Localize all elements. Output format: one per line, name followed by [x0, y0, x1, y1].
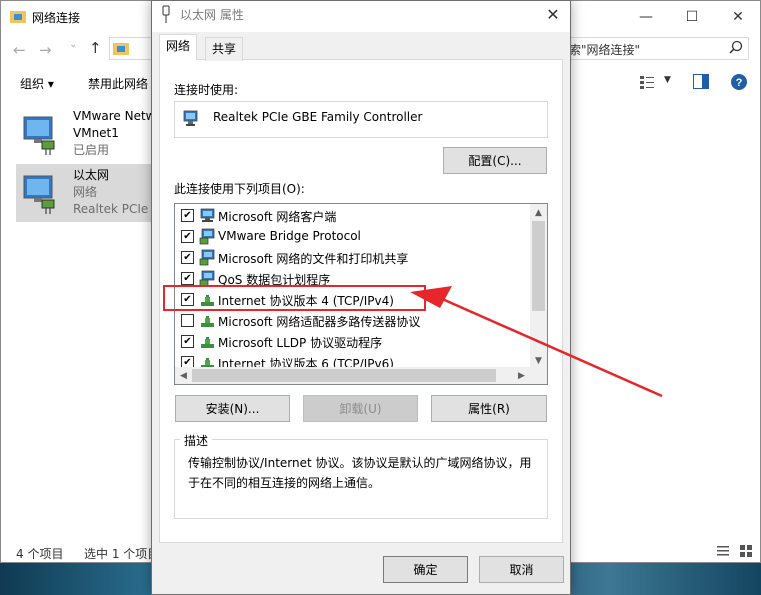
list-item[interactable]: ✔ Microsoft 网络客户端	[175, 205, 529, 226]
minimize-button[interactable]: —	[623, 1, 669, 32]
details-view-icon[interactable]	[716, 544, 730, 558]
item-checkbox[interactable]	[181, 314, 194, 327]
properties-button[interactable]: 属性(R)	[431, 395, 547, 422]
protocol-icon	[201, 316, 214, 327]
search-icon[interactable]	[727, 39, 745, 57]
list-item[interactable]: ✔ VMware Bridge Protocol	[175, 226, 529, 247]
item-label: Microsoft LLDP 协议驱动程序	[218, 336, 383, 350]
item-label: Microsoft 网络客户端	[218, 210, 337, 224]
item-checkbox[interactable]: ✔	[181, 209, 194, 222]
large-icons-view-icon[interactable]	[739, 544, 753, 558]
ok-button[interactable]: 确定	[383, 556, 468, 583]
view-dropdown-icon[interactable]: ▼	[664, 75, 671, 85]
tab-sharing[interactable]: 共享	[205, 37, 244, 61]
back-icon[interactable]: ←	[13, 41, 26, 59]
configure-button[interactable]: 配置(C)...	[443, 147, 547, 174]
vertical-scroll-thumb[interactable]	[532, 221, 545, 311]
uninstall-button[interactable]: 卸载(U)	[303, 395, 418, 422]
connect-using-label: 连接时使用:	[174, 83, 239, 97]
install-button[interactable]: 安装(N)...	[175, 395, 290, 422]
list-item-status: 已启用	[73, 143, 110, 157]
items-label: 此连接使用下列项目(O):	[174, 182, 305, 196]
item-label: Microsoft 网络的文件和打印机共享	[218, 252, 409, 266]
list-item-subtitle: VMnet1	[73, 126, 119, 140]
adapter-name: Realtek PCIe GBE Family Controller	[213, 110, 423, 124]
forward-icon[interactable]: →	[39, 41, 52, 59]
list-item-ethernet[interactable]: 以太网 网络 Realtek PCIe	[16, 164, 156, 222]
selected-count: 选中 1 个项目	[84, 547, 160, 561]
network-service-icon	[199, 249, 215, 266]
list-item-name: 以太网	[73, 168, 110, 182]
vertical-scrollbar[interactable]: ▲ ▼	[530, 204, 547, 369]
search-input[interactable]: 索"网络连接"	[569, 41, 640, 58]
description-text: 传输控制协议/Internet 协议。该协议是默认的广域网络协议，用于在不同的相…	[188, 456, 532, 490]
item-checkbox[interactable]: ✔	[181, 230, 194, 243]
list-item-vmware[interactable]: VMware Netw VMnet1 已启用	[16, 105, 156, 163]
dialog-titlebar: 以太网 属性 ✕	[152, 1, 570, 32]
help-icon[interactable]: ?	[730, 73, 748, 91]
network-adapter-icon	[183, 110, 198, 126]
network-folder-icon	[10, 11, 26, 23]
horizontal-scroll-thumb[interactable]	[192, 369, 496, 382]
close-button[interactable]: ✕	[715, 1, 761, 32]
list-item[interactable]: ✔ Microsoft LLDP 协议驱动程序	[175, 331, 529, 352]
item-label: VMware Bridge Protocol	[218, 229, 361, 243]
up-icon[interactable]: ↑	[89, 39, 102, 57]
network-location-icon	[113, 43, 129, 55]
disable-device-button[interactable]: 禁用此网络	[88, 75, 148, 92]
list-item-status: Realtek PCIe	[73, 202, 149, 216]
scroll-left-icon[interactable]: ◀	[175, 367, 192, 384]
description-title: 描述	[180, 432, 213, 449]
tab-network[interactable]: 网络	[159, 34, 198, 60]
item-label: Microsoft 网络适配器多路传送器协议	[218, 315, 421, 329]
maximize-button[interactable]: ☐	[669, 1, 715, 32]
protocol-icon	[201, 337, 214, 348]
scroll-right-icon[interactable]: ▶	[513, 367, 530, 384]
list-item[interactable]: Microsoft 网络适配器多路传送器协议	[175, 310, 529, 331]
adapter-display: Realtek PCIe GBE Family Controller	[174, 101, 548, 138]
svg-text:?: ?	[736, 77, 743, 89]
view-options-icon[interactable]	[639, 74, 655, 90]
list-item[interactable]: ✔ Microsoft 网络的文件和打印机共享	[175, 247, 529, 268]
horizontal-scrollbar[interactable]: ◀ ▶	[175, 367, 547, 384]
organize-button[interactable]: 组织 ▾	[20, 75, 54, 92]
network-client-icon	[200, 208, 215, 222]
network-adapter-icon	[23, 175, 55, 214]
item-checkbox[interactable]: ✔	[181, 272, 194, 285]
item-checkbox[interactable]: ✔	[181, 335, 194, 348]
list-item-subtitle: 网络	[73, 185, 98, 199]
recent-dropdown-icon[interactable]: ⌄	[69, 39, 77, 50]
list-item-name: VMware Netw	[73, 109, 153, 123]
item-checkbox[interactable]: ✔	[181, 251, 194, 264]
network-service-icon	[199, 228, 215, 245]
preview-pane-icon[interactable]	[693, 74, 709, 89]
network-cable-icon	[162, 5, 170, 23]
dialog-close-button[interactable]: ✕	[536, 1, 570, 27]
cancel-button[interactable]: 取消	[479, 556, 564, 583]
item-count: 4 个项目	[16, 547, 64, 561]
dialog-title: 以太网 属性	[180, 8, 244, 22]
scroll-up-icon[interactable]: ▲	[530, 204, 547, 221]
network-adapter-icon	[23, 116, 55, 155]
annotation-highlight-box	[163, 285, 426, 311]
explorer-title: 网络连接	[32, 11, 81, 25]
